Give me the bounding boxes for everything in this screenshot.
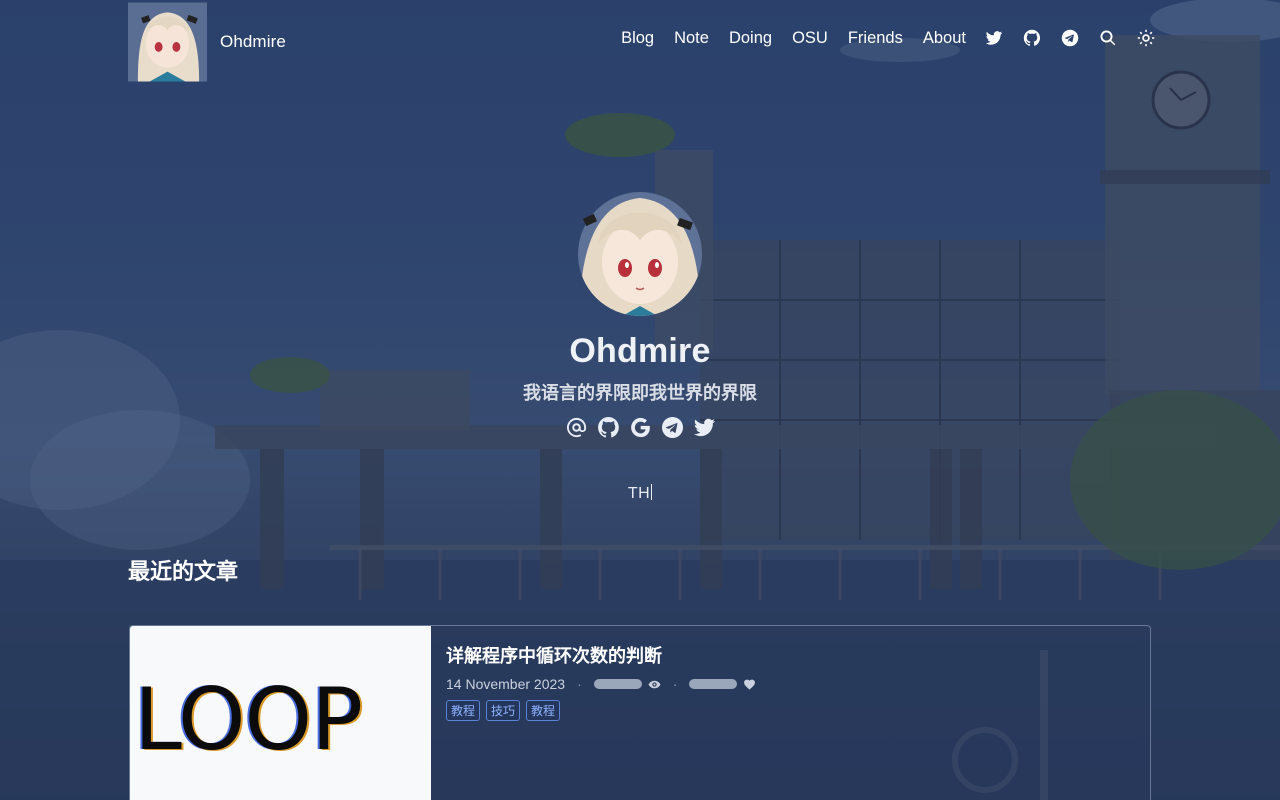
telegram-icon[interactable]: [1060, 28, 1080, 48]
post-tag[interactable]: 技巧: [486, 700, 521, 721]
post-meta: 14 November 2023 · ·: [446, 676, 1130, 692]
site-avatar: [128, 2, 207, 82]
theme-toggle-icon[interactable]: [1136, 28, 1156, 48]
nav-item-about[interactable]: About: [923, 29, 966, 48]
like-count-placeholder: [689, 679, 738, 689]
twitter-icon[interactable]: [984, 28, 1004, 48]
post-cover-image[interactable]: LOOP: [130, 626, 431, 800]
nav-item-osu[interactable]: OSU: [792, 29, 828, 48]
post-body: 详解程序中循环次数的判断 14 November 2023 · · 教程 技巧 …: [446, 642, 1130, 721]
heart-icon: [743, 676, 756, 692]
nav-item-blog[interactable]: Blog: [621, 29, 654, 48]
nav-item-note[interactable]: Note: [674, 29, 709, 48]
profile-avatar: [578, 192, 702, 316]
site-logo-link[interactable]: Ohdmire: [128, 2, 286, 82]
meta-separator: ·: [577, 676, 582, 692]
typing-caret: [651, 484, 653, 500]
github-icon[interactable]: [1022, 28, 1042, 48]
profile-bio: 我语言的界限即我世界的界限: [523, 383, 757, 404]
site-name[interactable]: Ohdmire: [220, 32, 286, 52]
post-title[interactable]: 详解程序中循环次数的判断: [446, 642, 1130, 668]
hero-profile: Ohdmire 我语言的界限即我世界的界限 TH: [0, 184, 1280, 503]
google-icon[interactable]: [628, 415, 652, 439]
post-date: 14 November 2023: [446, 676, 566, 692]
post-cover-text: LOOP: [134, 670, 363, 770]
nav-item-friends[interactable]: Friends: [848, 29, 903, 48]
main-nav: Blog Note Doing OSU Friends About: [621, 28, 1156, 48]
email-at-icon[interactable]: [564, 415, 588, 439]
meta-separator: ·: [672, 676, 678, 692]
typed-subtitle: TH: [627, 484, 653, 503]
nav-item-doing[interactable]: Doing: [729, 29, 772, 48]
eye-icon: [648, 676, 661, 692]
github-icon[interactable]: [596, 415, 620, 439]
post-tag[interactable]: 教程: [446, 700, 481, 721]
post-tags: 教程 技巧 教程: [446, 700, 1130, 721]
profile-social-links: [564, 415, 716, 439]
profile-name: Ohdmire: [569, 332, 711, 370]
typed-text: TH: [627, 485, 651, 502]
post-tag[interactable]: 教程: [526, 700, 561, 721]
post-card[interactable]: LOOP 详解程序中循环次数的判断 14 November 2023 · · 教…: [129, 625, 1151, 800]
search-icon[interactable]: [1098, 28, 1118, 48]
site-header: Ohdmire Blog Note Doing OSU Friends Abou…: [0, 0, 1280, 84]
telegram-icon[interactable]: [660, 415, 684, 439]
twitter-icon[interactable]: [692, 415, 716, 439]
view-count-placeholder: [593, 679, 642, 689]
recent-posts-heading: 最近的文章: [128, 560, 239, 585]
